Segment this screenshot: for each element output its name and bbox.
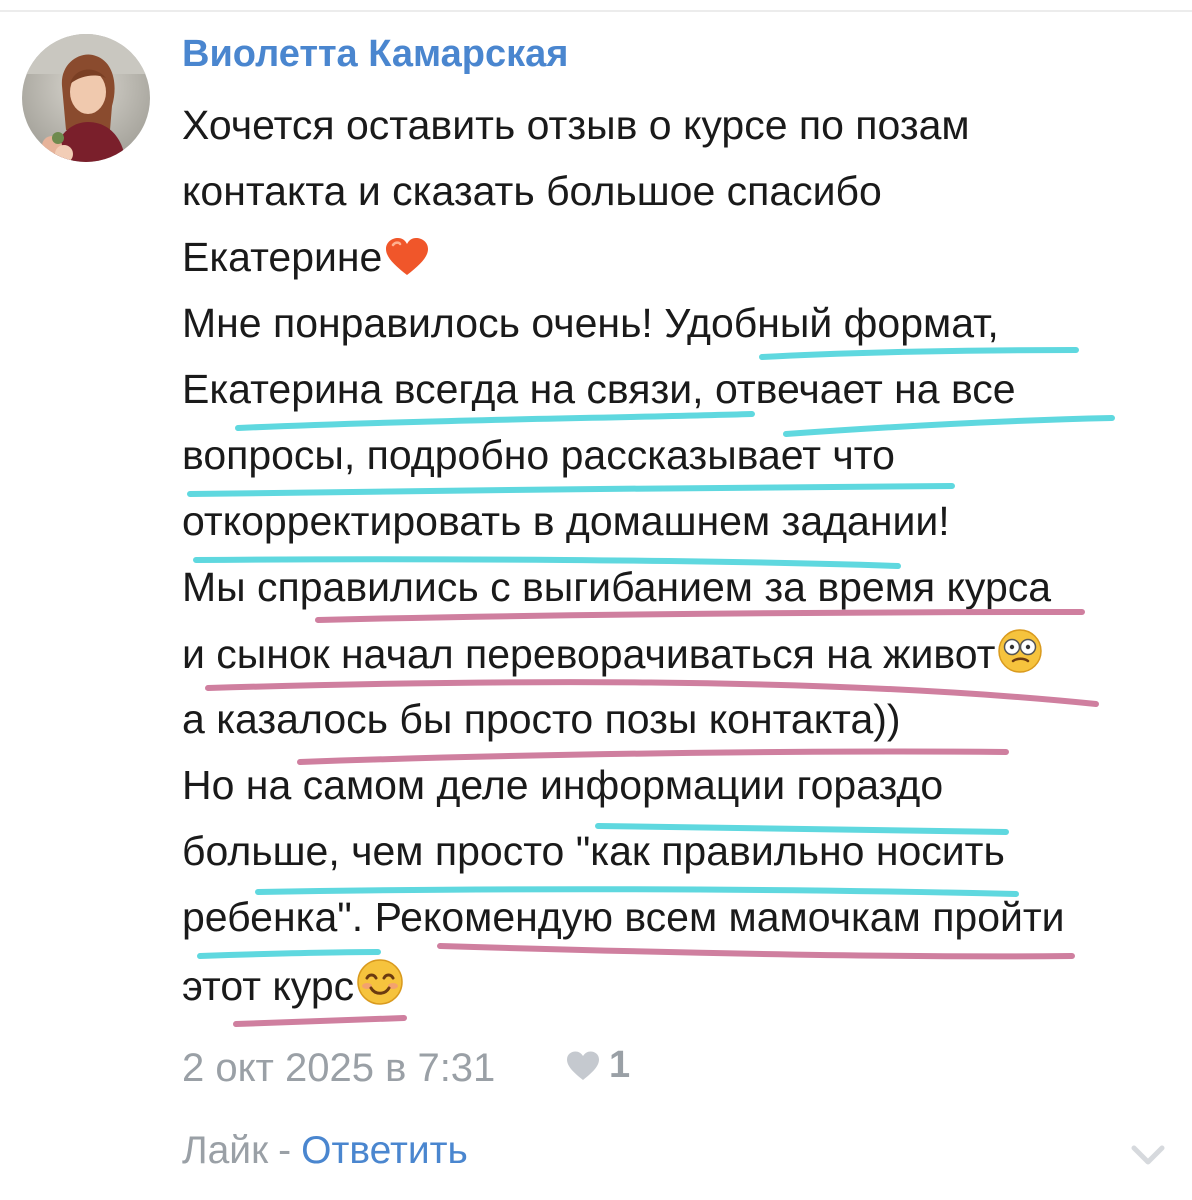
top-divider [0,10,1192,12]
expand-button[interactable] [1128,1140,1168,1170]
like-link[interactable]: Лайк [182,1129,268,1172]
underline-pink [437,943,1075,960]
comment-line: Екатерина всегда на связи, отвечает на в… [182,366,1016,412]
author-name[interactable]: Виолетта Камарская [182,28,568,80]
dizzy-face-icon [997,628,1043,685]
reply-link[interactable]: Ответить [301,1129,468,1172]
comment-line: больше, чем просто "как правильно носить [182,828,1005,874]
avatar[interactable] [22,34,150,162]
comment-line: Но на самом деле информации гораздо [182,762,944,808]
avatar-photo [22,34,150,162]
comment-line: Хочется оставить отзыв о курсе по позам [182,102,970,148]
comment-line: контакта и сказать большое спасибо [182,168,882,214]
underline-pink [233,1015,407,1027]
comment-line: Мы справились с выгибанием за время курс… [182,564,1052,610]
comment-actions: Лайк - Ответить [182,1126,468,1176]
comment-line: вопросы, подробно рассказывает что [182,432,895,478]
comment-line: и сынок начал переворачиваться на живот [182,628,1043,685]
comment-line: откорректировать в домашнем задании! [182,498,950,544]
comment-line: а казалось бы просто позы контакта)) [182,696,901,742]
heart-icon [567,1051,599,1080]
underline-cyan [197,949,381,959]
comment-line: этот курс [182,958,404,1017]
like-count-value: 1 [609,1044,631,1086]
underline-pink [315,609,1085,623]
comment-timestamp[interactable]: 2 окт 2025 в 7:31 [182,1042,495,1094]
underline-cyan [187,483,955,497]
comment-line: Мне понравилось очень! Удобный формат, [182,300,999,346]
heart-icon [384,237,430,288]
underline-cyan [235,411,755,431]
smiling-face-icon [356,958,404,1017]
chevron-down-icon [1131,1145,1165,1165]
action-separator: - [278,1129,292,1172]
comment-line: ребенка". Рекомендую всем мамочкам пройт… [182,894,1065,940]
like-counter[interactable]: 1 [565,1044,630,1087]
underline-cyan [759,347,1079,360]
comment-line: Екатерине [182,232,430,288]
